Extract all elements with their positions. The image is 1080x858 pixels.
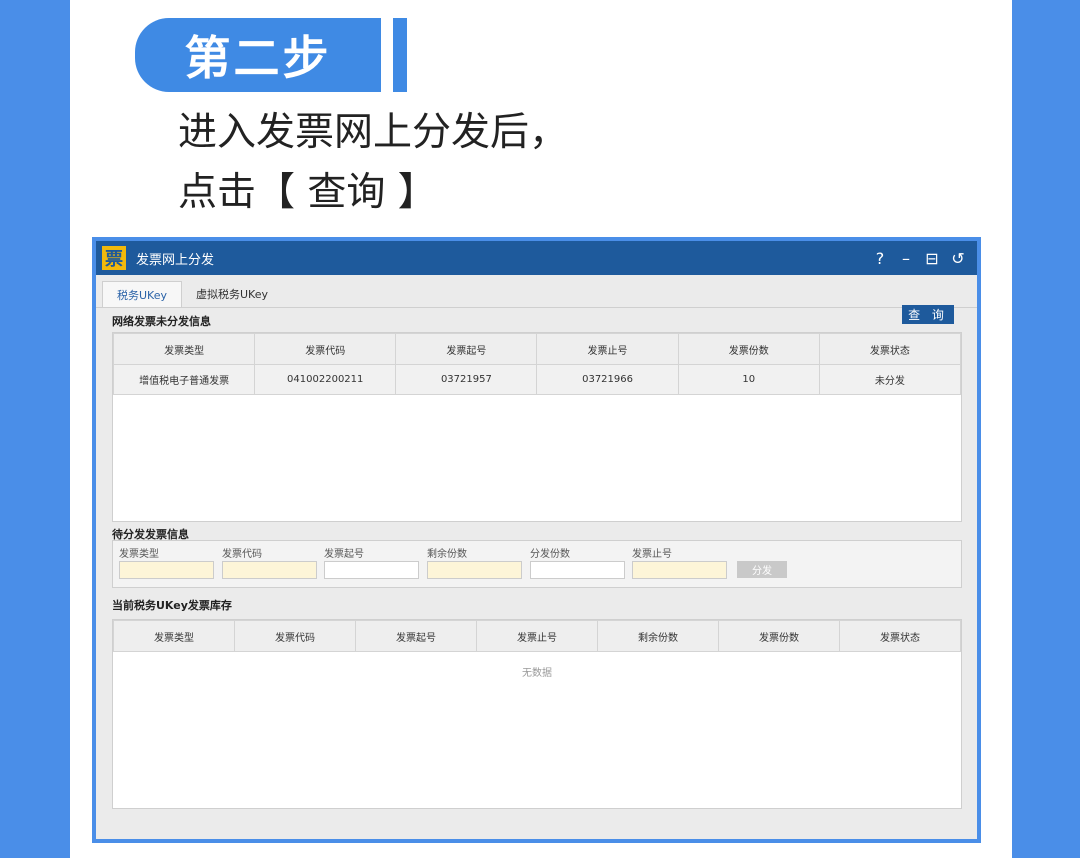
column-header: 发票止号 bbox=[476, 620, 598, 652]
column-header: 发票类型 bbox=[113, 620, 235, 652]
cell-status: 未分发 bbox=[818, 364, 962, 395]
column-header: 发票状态 bbox=[818, 333, 962, 365]
distribute-count-field[interactable] bbox=[530, 561, 625, 579]
column-header: 发票状态 bbox=[839, 620, 961, 652]
intro-line-1: 进入发票网上分发后， bbox=[178, 110, 569, 155]
tab-tax-ukey[interactable]: 税务UKey bbox=[102, 281, 182, 308]
window-title: 发票网上分发 bbox=[136, 252, 215, 268]
column-header: 发票起号 bbox=[355, 620, 477, 652]
start-number-field[interactable] bbox=[324, 561, 419, 579]
pending-form-panel: 发票类型 发票代码 发票起号 剩余份数 分发份数 发票止号 分发 bbox=[112, 540, 962, 588]
end-number-field[interactable] bbox=[632, 561, 727, 579]
column-header: 发票份数 bbox=[677, 333, 820, 365]
empty-state-text: 无数据 bbox=[522, 668, 552, 679]
section-title-undistributed: 网络发票未分发信息 bbox=[112, 315, 211, 328]
invoice-code-field[interactable] bbox=[222, 561, 317, 579]
distribute-button[interactable]: 分发 bbox=[737, 561, 787, 578]
column-header: 发票类型 bbox=[112, 333, 256, 365]
inventory-table: 发票类型 发票代码 发票起号 发票止号 剩余份数 发票份数 发票状态 bbox=[113, 620, 961, 652]
table-row[interactable]: 增值税电子普通发票 041002200211 03721957 03721966… bbox=[112, 364, 962, 395]
field-label-distribute-count: 分发份数 bbox=[530, 549, 570, 560]
undistributed-table-panel: 发票类型 发票代码 发票起号 发票止号 发票份数 发票状态 增值税电子普通发票 … bbox=[112, 332, 962, 522]
section-title-inventory: 当前税务UKey发票库存 bbox=[112, 599, 232, 612]
cell-invoice-code: 041002200211 bbox=[254, 364, 397, 395]
query-button[interactable]: 查 询 bbox=[902, 305, 954, 324]
invoice-logo-icon: 票 bbox=[102, 246, 126, 270]
field-label-remaining: 剩余份数 bbox=[427, 549, 467, 560]
column-header: 发票止号 bbox=[536, 333, 679, 365]
field-label-end-number: 发票止号 bbox=[632, 549, 672, 560]
undistributed-table: 发票类型 发票代码 发票起号 发票止号 发票份数 发票状态 增值税电子普通发票 … bbox=[112, 333, 962, 395]
minimize-icon[interactable]: – bbox=[893, 249, 919, 268]
step-badge-bar bbox=[393, 18, 407, 92]
step-badge: 第二步 bbox=[135, 18, 381, 92]
column-header: 发票份数 bbox=[718, 620, 840, 652]
inventory-table-panel: 发票类型 发票代码 发票起号 发票止号 剩余份数 发票份数 发票状态 无数据 bbox=[112, 619, 962, 809]
field-label-start-number: 发票起号 bbox=[324, 549, 364, 560]
invoice-type-field[interactable] bbox=[119, 561, 214, 579]
column-header: 剩余份数 bbox=[597, 620, 719, 652]
remaining-count-field[interactable] bbox=[427, 561, 522, 579]
cell-start-number: 03721957 bbox=[395, 364, 538, 395]
field-label-invoice-type: 发票类型 bbox=[119, 549, 159, 560]
restore-icon[interactable]: ⊟ bbox=[919, 249, 945, 268]
title-bar: 票 发票网上分发 ? – ⊟ ↺ bbox=[96, 241, 977, 275]
field-label-invoice-code: 发票代码 bbox=[222, 549, 262, 560]
cell-invoice-type: 增值税电子普通发票 bbox=[112, 364, 256, 395]
column-header: 发票起号 bbox=[395, 333, 538, 365]
intro-line-2: 点击【 查询 】 bbox=[178, 170, 437, 215]
cell-end-number: 03721966 bbox=[536, 364, 679, 395]
app-window: 票 发票网上分发 ? – ⊟ ↺ 税务UKey 虚拟税务UKey 网络发票未分发… bbox=[92, 237, 981, 843]
tab-divider bbox=[96, 307, 977, 308]
back-icon[interactable]: ↺ bbox=[945, 249, 971, 268]
column-header: 发票代码 bbox=[234, 620, 356, 652]
column-header: 发票代码 bbox=[254, 333, 397, 365]
help-icon[interactable]: ? bbox=[867, 249, 893, 268]
tab-virtual-tax-ukey[interactable]: 虚拟税务UKey bbox=[182, 281, 282, 307]
cell-count: 10 bbox=[677, 364, 820, 395]
